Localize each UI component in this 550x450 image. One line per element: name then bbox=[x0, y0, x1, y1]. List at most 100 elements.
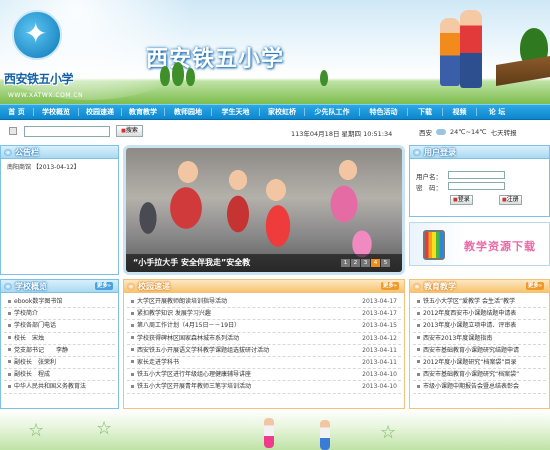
bullet-icon bbox=[8, 348, 11, 352]
logo-figure-icon: ✦ bbox=[24, 17, 48, 50]
list-item-title: 学校简介 bbox=[14, 310, 39, 318]
list-item-title: 学校各部门电话 bbox=[14, 322, 57, 330]
nav-home[interactable]: 首 页 bbox=[0, 105, 33, 119]
nav-school-overview[interactable]: 学校概览 bbox=[34, 105, 78, 119]
news-item[interactable]: 铁五小大学区进行年级组心理健康辅导讲座 2013-04-10 bbox=[127, 369, 401, 382]
nav-activities[interactable]: 特色活动 bbox=[360, 105, 407, 119]
password-label: 密 码： bbox=[416, 184, 442, 192]
username-input[interactable] bbox=[448, 171, 505, 179]
slide-page-button[interactable]: 3 bbox=[361, 259, 370, 267]
password-input[interactable] bbox=[448, 182, 505, 190]
tree-icon bbox=[320, 70, 328, 86]
list-item[interactable]: 校长 宋烛 bbox=[4, 333, 115, 345]
list-item[interactable]: 副校长 程成 bbox=[4, 369, 115, 382]
panel-bullet-icon bbox=[4, 283, 12, 290]
overview-more-button[interactable]: 更多» bbox=[94, 282, 113, 290]
panel-bullet-icon bbox=[413, 149, 421, 156]
list-item[interactable]: 西安市基础教育小课题研究结题申请 bbox=[413, 345, 546, 357]
nav-young-pioneers[interactable]: 少先队工作 bbox=[305, 105, 359, 119]
child-figure bbox=[264, 418, 274, 448]
nav-forum[interactable]: 论 坛 bbox=[477, 105, 517, 119]
list-item[interactable]: 学校简介 bbox=[4, 308, 115, 321]
bench-illustration bbox=[496, 56, 550, 86]
photo-slideshow[interactable]: “小手拉大手 安全伴我走”安全教 1 2 3 4 5 bbox=[123, 145, 405, 275]
search-scope-icon[interactable] bbox=[9, 127, 17, 135]
slideshow-caption[interactable]: “小手拉大手 安全伴我走”安全教 bbox=[133, 257, 250, 268]
bullet-icon bbox=[417, 384, 420, 388]
news-list: 大学区开展教师朗读培训指导活动 2013-04-17 紧扣教学知识 发展学习兴趣 2… bbox=[124, 296, 404, 394]
list-item-title: 校长 宋烛 bbox=[14, 334, 45, 342]
notice-panel-header: 公告栏 bbox=[1, 146, 118, 159]
nav-video[interactable]: 视频 bbox=[443, 105, 476, 119]
list-item[interactable]: 学校各部门电话 bbox=[4, 320, 115, 333]
star-icon: ☆ bbox=[28, 420, 45, 441]
list-item-title: 西安市基础教育小课题研究结题申请 bbox=[423, 346, 520, 354]
list-item[interactable]: 党支部书记 李静 bbox=[4, 345, 115, 357]
login-button[interactable]: ■登录 bbox=[450, 195, 473, 205]
search-button[interactable]: ■搜索 bbox=[116, 125, 143, 137]
login-title: 用户登录 bbox=[424, 148, 456, 157]
nav-campus-news[interactable]: 校园速递 bbox=[79, 105, 121, 119]
nav-teacher-garden[interactable]: 教师园地 bbox=[165, 105, 211, 119]
list-item-title: 铁五小大学区“爱教学 会生活”教学 bbox=[423, 298, 516, 305]
bullet-icon bbox=[131, 384, 134, 388]
news-title: 校园速递 bbox=[138, 282, 170, 291]
list-item[interactable]: 市级小课题中期报告会暨总结表彰会 bbox=[413, 381, 546, 394]
more-label: 更多 bbox=[382, 283, 394, 289]
news-item[interactable]: 第八周工作计划（4月15日－－19日） 2013-04-15 bbox=[127, 320, 401, 333]
list-item-title: 西安市2013年度课题指南 bbox=[423, 334, 493, 342]
slide-page-button[interactable]: 2 bbox=[351, 259, 360, 267]
list-item[interactable]: 2012年度西安市小课题结题申请表 bbox=[413, 308, 546, 321]
list-item-title: ebook数字图书馆 bbox=[14, 298, 63, 305]
slide-page-button-active[interactable]: 4 bbox=[371, 259, 380, 267]
username-label: 用户名： bbox=[416, 173, 442, 181]
teaching-panel: 教育教学 更多» 铁五小大学区“爱教学 会生活”教学 2012年度西安市小课题结… bbox=[409, 279, 550, 409]
nav-student-world[interactable]: 学生天地 bbox=[212, 105, 259, 119]
panel-bullet-icon bbox=[413, 283, 421, 290]
bullet-icon bbox=[417, 299, 420, 303]
list-item[interactable]: 西安市基础教育小课题研究“档案袋” bbox=[413, 369, 546, 382]
news-item-date: 2013-04-11 bbox=[362, 346, 397, 354]
bullet-icon bbox=[131, 299, 134, 303]
nav-download[interactable]: 下载 bbox=[408, 105, 442, 119]
nav-home-school[interactable]: 家校虹桥 bbox=[260, 105, 304, 119]
teaching-more-button[interactable]: 更多» bbox=[525, 282, 544, 290]
tree-icon bbox=[172, 62, 184, 86]
list-item[interactable]: 西安市2013年度课题指南 bbox=[413, 333, 546, 345]
bullet-icon bbox=[417, 311, 420, 315]
list-item[interactable]: 铁五小大学区“爱教学 会生活”教学 bbox=[413, 296, 546, 309]
news-item[interactable]: 铁五小大学区开展青年教师三笔字培训活动 2013-04-10 bbox=[127, 381, 401, 394]
resource-download-banner[interactable]: 教学资源下载 bbox=[409, 222, 550, 266]
search-button-label: 搜索 bbox=[125, 127, 138, 134]
news-item[interactable]: 大学区开展教师朗读培训指导活动 2013-04-17 bbox=[127, 296, 401, 309]
notice-item[interactable]: 南阳商馆 【2013-04-12】 bbox=[7, 162, 80, 171]
news-item[interactable]: 西安铁五小开展语文学科教学课题组选拔研讨活动 2013-04-11 bbox=[127, 345, 401, 357]
list-item[interactable]: 2012年度小课题研究“档案袋”目录 bbox=[413, 357, 546, 370]
list-item-title: 市级小课题中期报告会暨总结表彰会 bbox=[423, 383, 520, 391]
list-item-title: 西安市基础教育小课题研究“档案袋” bbox=[423, 371, 520, 379]
nav-teaching[interactable]: 教育教学 bbox=[122, 105, 164, 119]
weather-forecast-link[interactable]: 七天转报 bbox=[491, 127, 517, 137]
list-item[interactable]: 中华人民共和国义务教育法 bbox=[4, 381, 115, 394]
news-item[interactable]: 紧扣教学知识 发展学习兴趣 2013-04-17 bbox=[127, 308, 401, 321]
slide-page-button[interactable]: 5 bbox=[381, 259, 390, 267]
list-item[interactable]: 副校长 张荣利 bbox=[4, 357, 115, 370]
news-more-button[interactable]: 更多» bbox=[380, 282, 399, 290]
search-input[interactable] bbox=[24, 126, 110, 137]
overview-list: ebook数字图书馆 学校简介 学校各部门电话 校长 宋烛 党支部书记 李静 副… bbox=[1, 296, 118, 394]
news-item[interactable]: 家长走进学科书 2013-04-11 bbox=[127, 357, 401, 370]
more-arrow-icon: » bbox=[393, 283, 397, 289]
list-item[interactable]: 2013年度小课题立项申请、评审表 bbox=[413, 320, 546, 333]
panel-bullet-icon bbox=[127, 283, 135, 290]
header-banner: ✦ 西安铁五小学 WWW.XATWX.COM.CN 西安铁五小学 bbox=[0, 0, 550, 104]
overview-title: 学校概览 bbox=[15, 282, 47, 291]
footer-decoration: ☆ ☆ ☆ bbox=[0, 410, 550, 450]
slide-page-button[interactable]: 1 bbox=[341, 259, 350, 267]
news-item[interactable]: 学校获得碑林区国家森林城市系列活动 2013-04-12 bbox=[127, 333, 401, 345]
news-item-date: 2013-04-11 bbox=[362, 358, 397, 366]
list-item-title: 副校长 程成 bbox=[14, 371, 51, 379]
list-item[interactable]: ebook数字图书馆 bbox=[4, 296, 115, 309]
register-button[interactable]: ■注册 bbox=[499, 195, 522, 205]
panel-bullet-icon bbox=[4, 149, 12, 156]
more-arrow-icon: » bbox=[538, 283, 542, 289]
